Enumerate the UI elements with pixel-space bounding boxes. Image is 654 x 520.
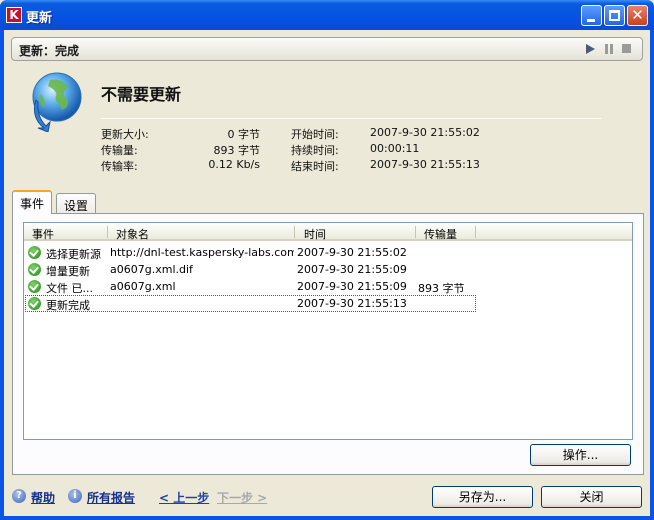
- end-time-value: 2007-9-30 21:55:13: [370, 158, 480, 171]
- success-check-icon: [28, 280, 41, 293]
- update-globe-icon: [32, 72, 82, 132]
- column-header-time[interactable]: 时间: [304, 226, 326, 242]
- help-icon[interactable]: ?: [12, 489, 26, 503]
- event-cell: 增量更新: [46, 265, 90, 278]
- help-link[interactable]: 帮助: [31, 489, 55, 506]
- start-time-value: 2007-9-30 21:55:02: [370, 126, 480, 139]
- size-label: 更新大小:: [101, 128, 149, 141]
- title-bar[interactable]: K 更新 ✕: [0, 0, 654, 30]
- success-check-icon: [28, 263, 41, 276]
- table-row[interactable]: 文件 已... a0607g.xml 2007-9-30 21:55:09 89…: [24, 278, 632, 295]
- headline: 不需要更新: [101, 85, 182, 104]
- transferred-value: 893 字节: [213, 144, 261, 157]
- duration-value: 00:00:11: [370, 142, 420, 155]
- table-row[interactable]: 选择更新源 http://dnl-test.kaspersky-labs.com…: [24, 244, 632, 261]
- previous-step-link[interactable]: < 上一步: [159, 489, 209, 506]
- column-divider[interactable]: [475, 226, 476, 238]
- update-window: K 更新 ✕ 更新：完成 不需要更新 更新大小: 0 字节 传输量: 893 字…: [0, 0, 654, 520]
- start-time-label: 开始时间:: [291, 128, 339, 141]
- rate-value: 0.12 Kb/s: [208, 158, 260, 171]
- play-icon[interactable]: [584, 43, 596, 55]
- column-divider[interactable]: [107, 226, 108, 238]
- object-cell: a0607g.xml: [110, 280, 176, 293]
- tab-events[interactable]: 事件: [12, 190, 53, 214]
- minimize-button[interactable]: [581, 5, 602, 26]
- object-cell: a0607g.xml.dif: [110, 263, 193, 276]
- column-divider[interactable]: [294, 226, 295, 238]
- close-icon: ✕: [631, 6, 644, 24]
- time-cell: 2007-9-30 21:55:02: [297, 246, 407, 259]
- all-reports-link[interactable]: 所有报告: [87, 489, 135, 506]
- column-header-transfer[interactable]: 传输量: [424, 226, 457, 242]
- end-time-label: 结束时间:: [291, 160, 339, 173]
- next-step-link: 下一步 >: [217, 491, 268, 505]
- transfer-cell: 893 字节: [418, 282, 465, 295]
- duration-label: 持续时间:: [291, 144, 339, 157]
- save-as-button[interactable]: 另存为...: [432, 486, 533, 508]
- maximize-icon: [609, 10, 620, 21]
- info-icon[interactable]: i: [68, 489, 82, 503]
- events-panel: 事件 对象名 时间 传输量 选择更新源 http://dnl-test.kasp…: [12, 213, 644, 475]
- object-cell: http://dnl-test.kaspersky-labs.com/...: [110, 246, 294, 259]
- window-title: 更新: [26, 11, 53, 26]
- rate-label: 传输率:: [101, 160, 138, 173]
- table-row[interactable]: 增量更新 a0607g.xml.dif 2007-9-30 21:55:09: [24, 261, 632, 278]
- column-header-event[interactable]: 事件: [32, 226, 54, 242]
- events-list[interactable]: 事件 对象名 时间 传输量 选择更新源 http://dnl-test.kasp…: [23, 222, 633, 440]
- success-check-icon: [28, 246, 41, 259]
- status-bar: 更新：完成: [11, 37, 643, 61]
- list-header: 事件 对象名 时间 传输量: [24, 223, 632, 241]
- success-check-icon: [28, 297, 41, 310]
- table-row[interactable]: 更新完成 2007-9-30 21:55:13: [24, 295, 632, 312]
- close-window-button[interactable]: ✕: [627, 5, 648, 26]
- column-header-object[interactable]: 对象名: [116, 226, 149, 242]
- size-value: 0 字节: [227, 128, 261, 141]
- maximize-button[interactable]: [604, 5, 625, 26]
- event-cell: 选择更新源: [46, 248, 101, 261]
- kaspersky-logo-icon: K: [6, 7, 22, 23]
- time-cell: 2007-9-30 21:55:09: [297, 263, 407, 276]
- event-cell: 文件 已...: [46, 282, 93, 295]
- window-content: 更新：完成 不需要更新 更新大小: 0 字节 传输量: 893 字节 传输率:: [4, 30, 650, 516]
- actions-button[interactable]: 操作...: [530, 444, 631, 466]
- minimize-icon: [587, 19, 595, 22]
- stop-icon[interactable]: [621, 43, 633, 55]
- time-cell: 2007-9-30 21:55:09: [297, 280, 407, 293]
- status-text: 更新：完成: [19, 44, 80, 58]
- pause-icon[interactable]: [603, 43, 615, 55]
- event-cell: 更新完成: [46, 299, 90, 312]
- time-cell: 2007-9-30 21:55:13: [297, 297, 407, 310]
- close-button[interactable]: 关闭: [541, 486, 642, 508]
- column-divider[interactable]: [415, 226, 416, 238]
- transferred-label: 传输量:: [101, 144, 138, 157]
- separator: [101, 118, 601, 119]
- tab-settings[interactable]: 设置: [56, 193, 97, 213]
